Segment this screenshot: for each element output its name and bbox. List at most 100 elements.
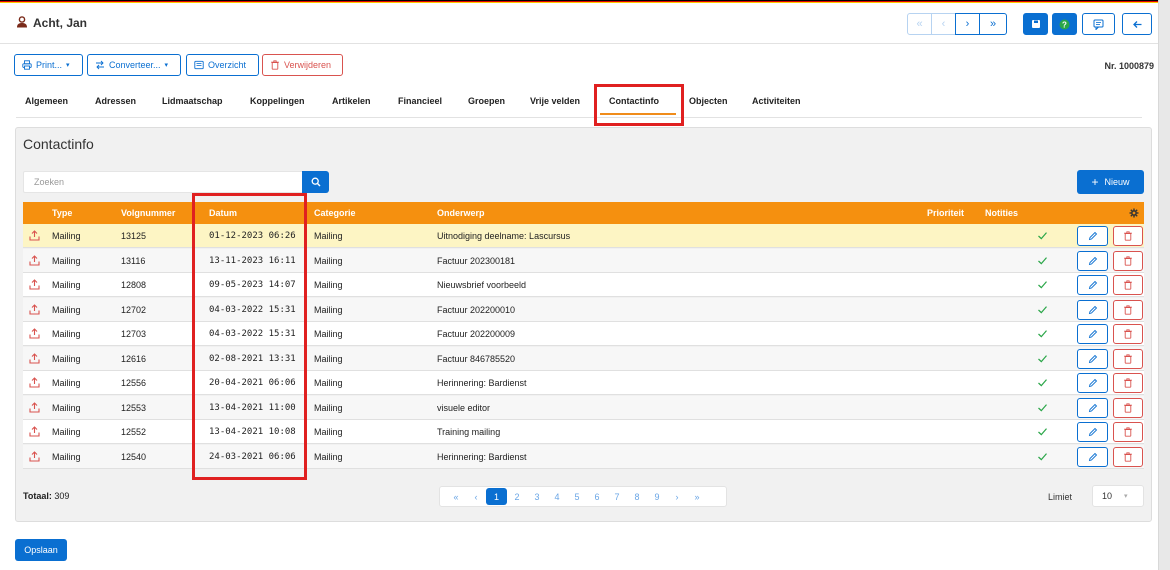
- delete-record-button[interactable]: Verwijderen: [262, 54, 343, 76]
- total-value: 309: [54, 491, 70, 501]
- delete-button[interactable]: [1113, 397, 1143, 418]
- edit-button[interactable]: [1077, 275, 1108, 295]
- help-button[interactable]: ?: [1052, 13, 1077, 35]
- edit-button[interactable]: [1077, 250, 1108, 271]
- edit-button[interactable]: [1077, 299, 1108, 320]
- edit-button[interactable]: [1077, 397, 1108, 418]
- back-button[interactable]: [1122, 13, 1152, 35]
- col-onderwerp[interactable]: Onderwerp: [437, 208, 485, 218]
- pagination: « ‹ 1 2 3 4 5 6 7 8 9 › »: [439, 486, 727, 507]
- tab-bar: Algemeen Adressen Lidmaatschap Koppeling…: [16, 92, 1142, 118]
- tab-lidmaatschap[interactable]: Lidmaatschap: [162, 96, 223, 106]
- mailing-upload-icon: [29, 279, 40, 290]
- tab-activiteiten[interactable]: Activiteiten: [752, 96, 801, 106]
- save-button[interactable]: Opslaan: [15, 539, 67, 561]
- page-6[interactable]: 6: [587, 488, 607, 505]
- edit-button[interactable]: [1077, 324, 1108, 344]
- delete-button[interactable]: [1113, 348, 1143, 369]
- cell-volgnummer: 12808: [121, 280, 147, 290]
- col-type[interactable]: Type: [52, 208, 72, 218]
- print-label: Print...: [36, 60, 63, 70]
- cell-categorie: Mailing: [314, 451, 343, 462]
- col-notities[interactable]: Notities: [985, 208, 1018, 218]
- delete-button[interactable]: [1113, 299, 1143, 320]
- check-icon: [1038, 379, 1047, 387]
- next-record-button[interactable]: ›: [955, 13, 980, 35]
- page-7[interactable]: 7: [607, 488, 627, 505]
- page-3[interactable]: 3: [527, 488, 547, 505]
- trash-icon: [1124, 231, 1132, 241]
- edit-button[interactable]: [1077, 348, 1108, 369]
- col-categorie[interactable]: Categorie: [314, 208, 356, 218]
- cell-type: Mailing: [52, 378, 81, 388]
- previous-record-button[interactable]: ‹: [931, 13, 956, 35]
- delete-button[interactable]: [1113, 422, 1143, 442]
- comment-button[interactable]: [1082, 13, 1115, 35]
- cell-volgnummer: 13125: [121, 231, 147, 241]
- tab-adressen[interactable]: Adressen: [95, 96, 136, 106]
- last-record-button[interactable]: »: [979, 13, 1007, 35]
- cell-categorie: Mailing: [314, 304, 343, 315]
- pencil-icon: [1088, 452, 1097, 461]
- edit-button[interactable]: [1077, 226, 1108, 246]
- cell-type: Mailing: [52, 280, 81, 290]
- tab-algemeen[interactable]: Algemeen: [25, 96, 68, 106]
- gear-icon[interactable]: [1129, 208, 1139, 218]
- delete-button[interactable]: [1113, 446, 1143, 467]
- search-icon: [311, 177, 320, 187]
- tab-financieel[interactable]: Financieel: [398, 96, 442, 106]
- trash-icon: [1124, 329, 1132, 339]
- print-dropdown-button[interactable]: Print... ▾: [14, 54, 83, 76]
- delete-button[interactable]: [1113, 226, 1143, 246]
- save-record-button[interactable]: [1023, 13, 1048, 35]
- page-8[interactable]: 8: [627, 488, 647, 505]
- tab-koppelingen[interactable]: Koppelingen: [250, 96, 305, 106]
- tab-objecten[interactable]: Objecten: [689, 96, 728, 106]
- page-9[interactable]: 9: [647, 488, 667, 505]
- limit-select[interactable]: 10 ▾: [1092, 485, 1144, 507]
- delete-button[interactable]: [1113, 324, 1143, 344]
- page-4[interactable]: 4: [547, 488, 567, 505]
- delete-button[interactable]: [1113, 250, 1143, 271]
- pencil-icon: [1088, 231, 1097, 241]
- page-prev[interactable]: ‹: [466, 488, 486, 505]
- page-2[interactable]: 2: [507, 488, 527, 505]
- check-icon: [1038, 256, 1047, 264]
- search-button[interactable]: [302, 171, 329, 193]
- delete-button[interactable]: [1113, 275, 1143, 295]
- edit-button[interactable]: [1077, 446, 1108, 467]
- new-contact-button[interactable]: + Nieuw: [1077, 170, 1144, 194]
- tab-artikelen[interactable]: Artikelen: [332, 96, 371, 106]
- cell-onderwerp: Nieuwsbrief voorbeeld: [437, 280, 527, 290]
- first-record-button[interactable]: «: [907, 13, 932, 35]
- annotation-box-datum: [192, 193, 307, 480]
- limit-value: 10: [1102, 491, 1113, 501]
- trash-icon: [1124, 255, 1132, 266]
- tab-vrije-velden[interactable]: Vrije velden: [530, 96, 580, 106]
- col-volgnummer[interactable]: Volgnummer: [121, 208, 175, 218]
- overview-button[interactable]: Overzicht: [186, 54, 259, 76]
- printer-icon: [22, 60, 32, 70]
- search-input[interactable]: [23, 171, 303, 193]
- page-last[interactable]: »: [687, 488, 707, 505]
- vertical-scrollbar[interactable]: [1158, 0, 1170, 570]
- cell-type: Mailing: [52, 231, 81, 241]
- col-prioriteit[interactable]: Prioriteit: [927, 208, 964, 218]
- cell-volgnummer: 12553: [121, 402, 147, 413]
- mailing-upload-icon: [29, 377, 40, 388]
- page-next[interactable]: ›: [667, 488, 687, 505]
- page-5[interactable]: 5: [567, 488, 587, 505]
- limit-label: Limiet: [1048, 492, 1073, 502]
- help-icon: ?: [1059, 19, 1070, 29]
- page-first[interactable]: «: [446, 488, 466, 505]
- edit-button[interactable]: [1077, 422, 1108, 442]
- edit-button[interactable]: [1077, 373, 1108, 393]
- caret-down-icon: ▾: [1124, 493, 1128, 500]
- delete-button[interactable]: [1113, 373, 1143, 393]
- tab-groepen[interactable]: Groepen: [468, 96, 505, 106]
- convert-dropdown-button[interactable]: Converteer... ▾: [87, 54, 181, 76]
- cell-categorie: Mailing: [314, 280, 343, 290]
- page-1[interactable]: 1: [486, 488, 507, 505]
- trash-icon: [1124, 427, 1132, 437]
- total-label: Totaal:: [23, 491, 52, 501]
